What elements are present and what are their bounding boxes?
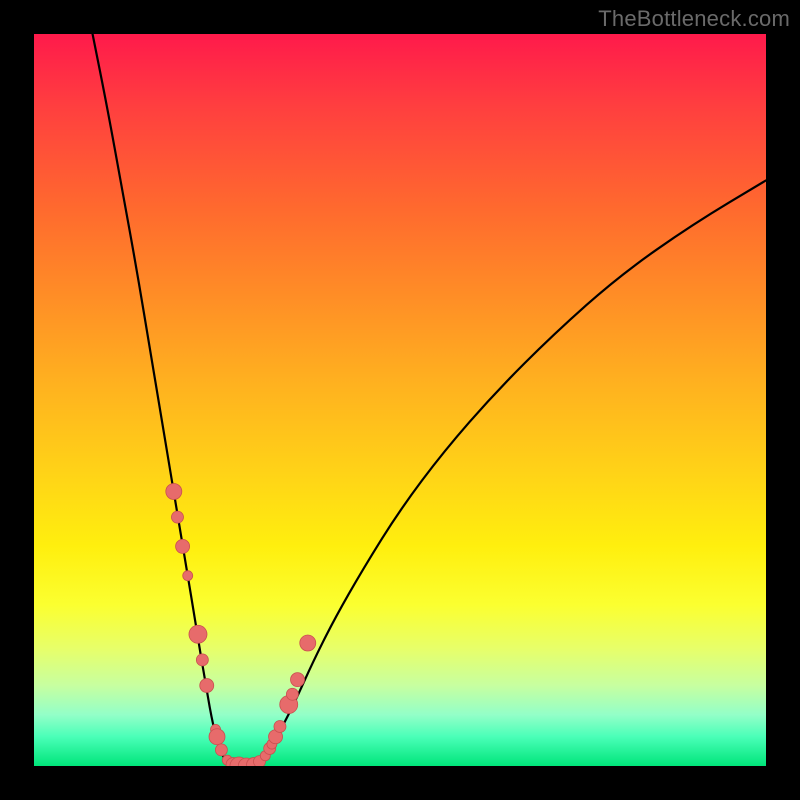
data-point — [215, 744, 227, 756]
chart-frame: TheBottleneck.com — [0, 0, 800, 800]
data-point — [183, 571, 193, 581]
data-point — [209, 729, 225, 745]
data-point — [300, 635, 316, 651]
watermark-text: TheBottleneck.com — [598, 6, 790, 32]
marker-group — [166, 484, 316, 767]
data-point — [171, 511, 183, 523]
curve-svg — [34, 34, 766, 766]
bottleneck-curve — [93, 34, 766, 766]
data-point — [196, 654, 208, 666]
data-point — [166, 484, 182, 500]
data-point — [200, 678, 214, 692]
plot-area — [34, 34, 766, 766]
data-point — [286, 688, 298, 700]
data-point — [176, 539, 190, 553]
data-point — [291, 673, 305, 687]
data-point — [189, 625, 207, 643]
data-point — [274, 720, 286, 732]
